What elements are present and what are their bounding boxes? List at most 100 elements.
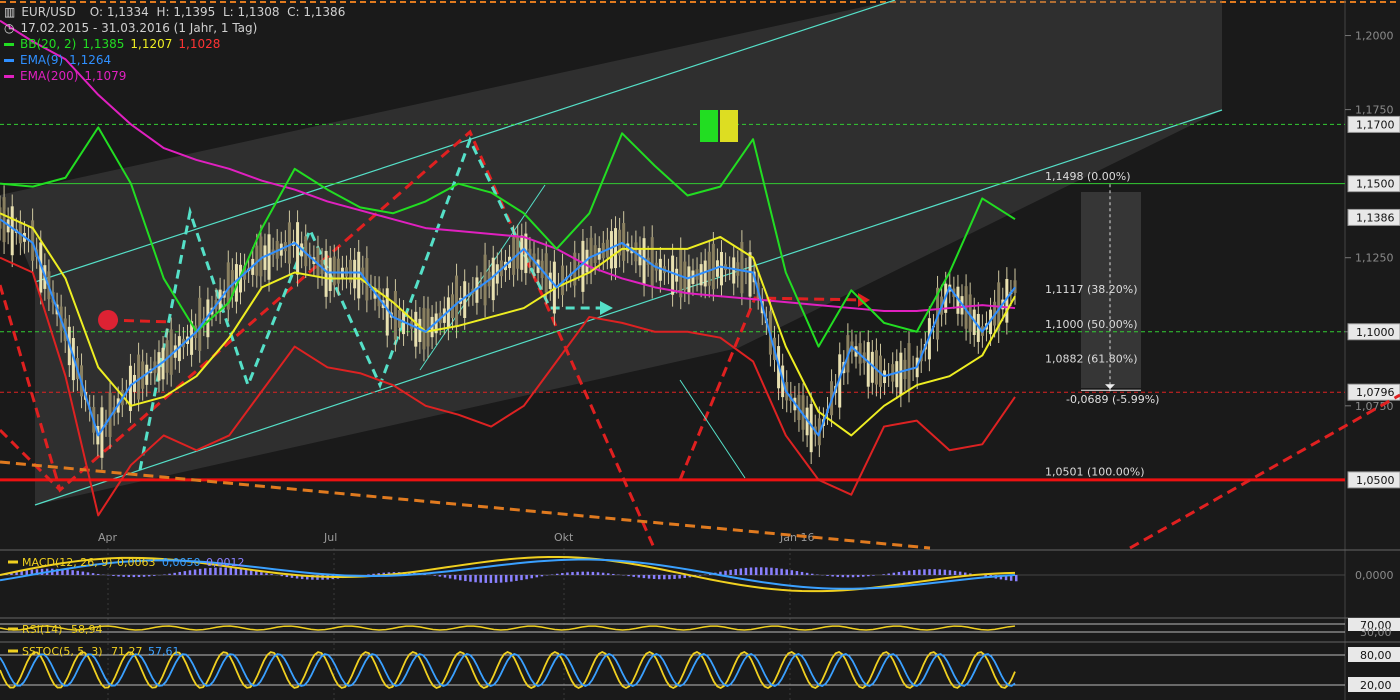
macd-histogram-bar [846,575,850,578]
macd-histogram-bar [81,571,85,575]
measure-label: -0,0689 (-5.99%) [1066,393,1159,406]
macd-histogram-bar [897,571,901,575]
ema9-label: EMA(9) [20,53,64,67]
macd-histogram-bar [510,575,513,582]
y-tick-label: 1,1250 [1355,252,1394,265]
macd-histogram-bar [555,573,559,575]
macd-histogram-bar [76,570,80,575]
macd-histogram-bar [918,569,921,575]
macd-histogram-bar [265,573,268,575]
candle-body [267,234,271,280]
macd-histogram-bar [525,575,528,580]
macd-histogram-bar [474,575,477,583]
candle-body [899,352,903,396]
macd-histogram-bar [729,569,732,575]
candle-body [137,354,141,400]
macd-histogram-bar [606,573,610,575]
macd-histogram-bar [805,572,809,575]
macd-histogram-bar [147,575,151,577]
macd-histogram-bar [586,571,590,575]
macd-histogram-bar [647,575,651,579]
candle-body [463,281,467,318]
x-tick-label: Apr [98,531,118,544]
macd-histogram-bar [494,575,498,583]
period-label: 17.02.2015 - 31.03.2016 (1 Jahr, 1 Tag) [20,21,258,35]
candle-body [679,249,683,298]
macd-histogram-bar [280,575,284,577]
macd-histogram-bar [678,575,681,579]
candle-body [642,238,646,285]
macd-histogram-bar [178,571,182,575]
macd-histogram-bar [285,575,289,578]
macd-histogram-bar [724,570,727,575]
legend-ema200[interactable]: EMA(200) 1,1079 [4,68,345,84]
macd-histogram-bar [668,575,671,580]
candle-body [336,258,340,284]
macd-histogram-bar [489,575,493,583]
macd-histogram-bar [66,569,69,575]
candle-body [357,251,361,299]
macd-value: 0,0063 [117,556,156,569]
candle-body [1013,280,1017,293]
macd-hist-value: 0,0012 [206,556,245,569]
price-tag-label: 1,1700 [1356,118,1395,131]
macd-histogram-bar [749,567,753,575]
macd-histogram-bar [459,575,462,581]
price-tag-label: 1,0796 [1356,386,1395,399]
macd-histogram-bar [642,575,646,579]
macd-histogram-bar [239,568,243,575]
macd-histogram-bar [673,575,676,579]
candle-body [324,250,328,297]
fib-label: 1,1000 (50.00%) [1045,318,1138,331]
macd-histogram-bar [963,572,967,575]
macd-histogram-bar [86,572,90,575]
macd-histogram-bar [739,568,743,575]
y-tick-label: 1,1750 [1355,104,1394,117]
chart-svg: 1,20001,17501,12501,10001,07501,17001,15… [0,0,1400,700]
macd-histogram-bar [948,570,952,575]
clock-icon: ◷ [4,21,15,35]
candle-body [31,220,35,261]
candle-body [455,275,459,327]
macd-histogram-bar [632,575,635,577]
candle-body [491,257,495,301]
candle-body [707,251,711,286]
sstoc-label: SSTOC(5, 5, 3) [22,645,103,658]
macd-histogram-bar [515,575,518,581]
price-tag-label: 1,1000 [1356,326,1395,339]
macd-histogram-bar [499,575,503,583]
ema9-swatch [4,58,14,62]
candle-body [287,222,291,264]
macd-histogram-bar [469,575,472,582]
fib-label: 1,0882 (61.80%) [1045,353,1138,366]
macd-histogram-bar [928,569,931,575]
macd-histogram-bar [759,567,763,575]
rsi-label: RSI(14) [22,623,62,636]
macd-histogram-bar [127,575,131,578]
candle-body [328,257,332,291]
macd-histogram-bar [836,575,839,577]
candle-body [393,290,397,340]
macd-histogram-bar [841,575,845,578]
bb-middle-value: 1,1207 [130,37,173,51]
candle-body [259,236,263,277]
ema9-value: 1,1264 [69,53,112,67]
macd-histogram-bar [657,575,661,580]
macd-histogram-bar [270,574,273,575]
candle-body [650,237,654,287]
legend: ▥ EUR/USD O: 1,1334 H: 1,1395 L: 1,1308 … [4,4,345,84]
macd-histogram-bar [933,569,936,575]
macd-histogram-bar [683,575,686,579]
legend-bb[interactable]: BB(20, 2) 1,1385 1,1207 1,1028 [4,36,345,52]
rsi-value: 58,94 [71,623,103,636]
candle-body [169,329,173,375]
fib-label: 1,0501 (100.00%) [1045,466,1145,479]
sstoc-k-value: 71,27 [111,645,143,658]
macd-histogram-bar [168,573,171,575]
legend-ema9[interactable]: EMA(9) 1,1264 [4,52,345,68]
macd-histogram-bar [438,575,442,577]
macd-histogram-bar [204,568,207,575]
price-tag-label: 1,1500 [1356,178,1395,191]
x-tick-label: Jan 16 [779,531,814,544]
bb-swatch [4,42,14,46]
